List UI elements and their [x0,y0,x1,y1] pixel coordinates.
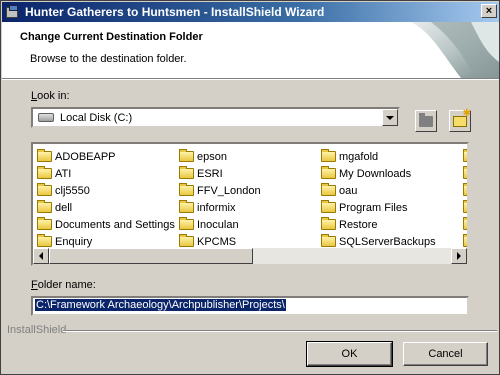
folder-list-item[interactable]: oau [321,182,436,199]
folder-icon [463,234,467,247]
folder-icon [321,183,336,196]
folder-list-item[interactable]: mgafold [321,148,436,165]
ok-button[interactable]: OK [306,341,393,367]
folder-icon [321,149,336,162]
folder-item-label: Program Files [339,201,408,214]
folder-icon [463,166,467,179]
chevron-down-icon [386,115,394,120]
folder-list[interactable]: ADOBEAPP ATI clj5550 dell Documents and Sett… [31,142,469,266]
folder-item-label: Enquiry [55,235,93,248]
folder-icon [321,234,336,247]
folder-name-input[interactable]: C:\Framework Archaeology\Archpublisher\P… [31,296,469,316]
folder-list-item[interactable]: epson [179,148,261,165]
folder-item-label: informix [197,201,236,214]
folder-item-label: My Downloads [339,167,412,180]
folder-item-label: oau [339,184,358,197]
cancel-button[interactable]: Cancel [403,342,488,366]
folder-item-label: Inoculan [197,218,239,231]
look-in-value: Local Disk (C:) [60,111,133,124]
header-divider [2,78,499,80]
folder-icon [179,166,194,179]
folder-item-label: KPCMS [197,235,237,248]
installshield-brand-label: InstallShield [7,324,67,336]
arrow-right-icon [457,252,461,260]
folder-item-label: epson [197,150,227,163]
folder-column-2: epson ESRI FFV_London informix Inoculan KPCMS [179,148,261,250]
folder-icon [37,200,52,213]
folder-icon [179,234,194,247]
horizontal-scrollbar[interactable] [33,248,467,264]
folder-icon [37,149,52,162]
footer-divider [63,330,497,332]
arrow-left-icon [39,252,43,260]
folder-up-icon [419,112,433,127]
window-title: Hunter Gatherers to Huntsmen - InstallSh… [25,5,325,19]
folder-column-3: mgafold My Downloads oau Program Files Resto… [321,148,436,250]
folder-icon [463,149,467,162]
create-new-folder-button[interactable] [449,108,471,132]
folder-list-item[interactable]: ADOBEAPP [37,148,175,165]
folder-list-item[interactable]: ESRI [179,165,261,182]
up-one-level-button[interactable] [415,110,437,132]
folder-list-item[interactable]: ATI [37,165,175,182]
scrollbar-thumb[interactable] [49,248,253,264]
new-folder-icon [453,108,471,127]
look-in-label: Look in: [31,90,70,102]
folder-list-item[interactable]: clj5550 [37,182,175,199]
folder-item-label: ATI [55,167,72,180]
folder-icon [321,166,336,179]
folder-icon [179,183,194,196]
folder-name-value: C:\Framework Archaeology\Archpublisher\P… [35,299,286,311]
folder-list-item[interactable]: dell [37,199,175,216]
folder-column-1: ADOBEAPP ATI clj5550 dell Documents and Sett… [37,148,175,250]
hard-drive-icon [38,113,54,122]
close-button[interactable]: × [481,4,497,18]
folder-list-item[interactable]: Documents and Settings [37,216,175,233]
folder-column-4-partial [463,148,467,250]
folder-icon [321,200,336,213]
banner-graphic [401,22,499,78]
folder-icon [37,183,52,196]
folder-icon [463,183,467,196]
folder-item-label: mgafold [339,150,379,163]
folder-icon [37,234,52,247]
folder-list-item[interactable]: My Downloads [321,165,436,182]
folder-icon [179,149,194,162]
folder-name-label: Folder name: [31,279,96,291]
folder-item-label: Documents and Settings [55,218,175,231]
folder-item-label: Restore [339,218,378,231]
header-banner: Change Current Destination Folder Browse… [2,22,499,78]
folder-icon [37,166,52,179]
folder-icon [179,200,194,213]
page-subtitle: Browse to the destination folder. [30,53,187,65]
dropdown-arrow-button[interactable] [382,109,398,126]
folder-icon [321,217,336,230]
folder-item-label: clj5550 [55,184,90,197]
installer-app-icon [5,4,21,20]
folder-item-label: FFV_London [197,184,261,197]
folder-icon [37,217,52,230]
folder-list-item[interactable]: Restore [321,216,436,233]
folder-list-item[interactable]: Inoculan [179,216,261,233]
folder-item-label: ADOBEAPP [55,150,116,163]
folder-item-label: ESRI [197,167,223,180]
page-title: Change Current Destination Folder [20,31,203,43]
folder-item-label: dell [55,201,73,214]
scroll-left-button[interactable] [33,248,49,264]
look-in-dropdown[interactable]: Local Disk (C:) [31,107,400,128]
folder-list-item[interactable]: Program Files [321,199,436,216]
folder-list-item[interactable]: FFV_London [179,182,261,199]
folder-icon [463,217,467,230]
installer-window: Hunter Gatherers to Huntsmen - InstallSh… [0,0,500,375]
scroll-right-button[interactable] [451,248,467,264]
title-bar[interactable]: Hunter Gatherers to Huntsmen - InstallSh… [2,2,499,22]
folder-icon [179,217,194,230]
folder-icon [463,200,467,213]
folder-item-label: SQLServerBackups [339,235,436,248]
folder-list-item[interactable]: informix [179,199,261,216]
